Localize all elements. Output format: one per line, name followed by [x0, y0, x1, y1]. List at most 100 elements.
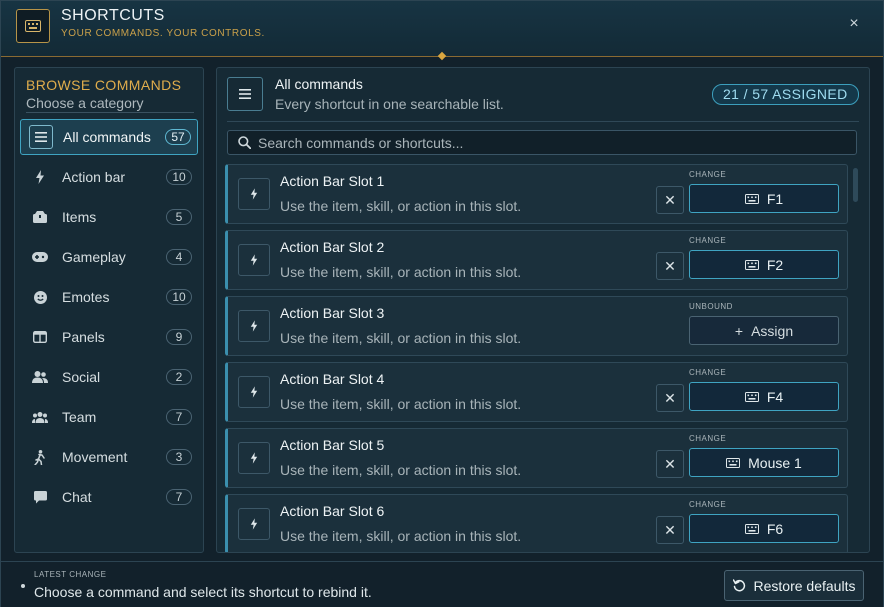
sidebar-item-count: 7	[166, 409, 192, 425]
panel-subtitle: Every shortcut in one searchable list.	[275, 96, 504, 112]
binding-state-label: UNBOUND	[689, 302, 733, 311]
command-row[interactable]: Action Bar Slot 5 Use the item, skill, o…	[225, 428, 848, 488]
close-icon: ×	[849, 15, 859, 32]
sidebar-item-chat[interactable]: Chat 7	[20, 479, 198, 515]
sidebar-item-label: Action bar	[62, 169, 126, 185]
sidebar-item-items[interactable]: Items 5	[20, 199, 198, 235]
list-scrollbar[interactable]	[853, 168, 858, 202]
sidebar-item-label: All commands	[63, 129, 151, 145]
keyboard-icon	[16, 9, 50, 43]
team-icon	[28, 405, 52, 429]
clear-binding-button[interactable]: ✕	[656, 252, 684, 280]
keybind-button[interactable]: Mouse 1	[689, 448, 839, 477]
window-header: SHORTCUTS YOUR COMMANDS. YOUR CONTROLS. …	[1, 1, 883, 61]
panel-icon	[28, 325, 52, 349]
sidebar-divider	[26, 112, 194, 113]
command-name: Action Bar Slot 5	[280, 437, 385, 453]
sidebar-item-label: Team	[62, 409, 97, 425]
lightning-icon	[238, 376, 270, 408]
box-icon	[28, 205, 52, 229]
command-description: Use the item, skill, or action in this s…	[280, 396, 522, 412]
clear-binding-button[interactable]: ✕	[656, 384, 684, 412]
sidebar-heading: BROWSE COMMANDS	[26, 77, 182, 93]
restore-icon	[732, 579, 746, 592]
command-name: Action Bar Slot 3	[280, 305, 385, 321]
keyboard-icon	[744, 193, 759, 204]
command-name: Action Bar Slot 2	[280, 239, 385, 255]
sidebar-item-count: 10	[166, 169, 192, 185]
binding-state-label: CHANGE	[689, 170, 727, 179]
close-button[interactable]: ×	[844, 14, 864, 34]
command-name: Action Bar Slot 6	[280, 503, 385, 519]
chat-bubble-icon	[28, 485, 52, 509]
binding-state-label: CHANGE	[689, 434, 727, 443]
command-row[interactable]: Action Bar Slot 2 Use the item, skill, o…	[225, 230, 848, 290]
command-description: Use the item, skill, or action in this s…	[280, 528, 522, 544]
clear-binding-button[interactable]: ✕	[656, 450, 684, 478]
keybind-button[interactable]: F4	[689, 382, 839, 411]
keyboard-icon	[744, 259, 759, 270]
smile-icon	[28, 285, 52, 309]
sidebar-item-count: 7	[166, 489, 192, 505]
command-row[interactable]: Action Bar Slot 1 Use the item, skill, o…	[225, 164, 848, 224]
commands-panel: All commands Every shortcut in one searc…	[216, 67, 870, 553]
command-description: Use the item, skill, or action in this s…	[280, 264, 522, 280]
lightning-icon	[238, 442, 270, 474]
sidebar-item-social[interactable]: Social 2	[20, 359, 198, 395]
assign-button[interactable]: + Assign	[689, 316, 839, 345]
sidebar-item-movement[interactable]: Movement 3	[20, 439, 198, 475]
search-box[interactable]	[227, 130, 857, 155]
binding-state-label: CHANGE	[689, 500, 727, 509]
sidebar-item-all-commands[interactable]: All commands 57	[20, 119, 198, 155]
keybind-label: F6	[766, 520, 784, 537]
restore-defaults-button[interactable]: Restore defaults	[724, 570, 864, 601]
clear-binding-button[interactable]: ✕	[656, 516, 684, 544]
window-subtitle: YOUR COMMANDS. YOUR CONTROLS.	[61, 28, 265, 39]
panel-divider	[227, 121, 859, 122]
sidebar-item-count: 57	[165, 129, 191, 145]
sidebar-item-label: Items	[62, 209, 97, 225]
command-row[interactable]: Action Bar Slot 3 Use the item, skill, o…	[225, 296, 848, 356]
sidebar-item-emotes[interactable]: Emotes 10	[20, 279, 198, 315]
people-icon	[28, 365, 52, 389]
command-row[interactable]: Action Bar Slot 6 Use the item, skill, o…	[225, 494, 848, 552]
sidebar-subheading: Choose a category	[26, 95, 144, 111]
keybind-label: Assign	[751, 322, 794, 339]
status-footer: LATEST CHANGE Choose a command and selec…	[1, 561, 883, 607]
sidebar-item-panels[interactable]: Panels 9	[20, 319, 198, 355]
close-icon: ✕	[664, 389, 676, 406]
command-description: Use the item, skill, or action in this s…	[280, 198, 522, 214]
search-input[interactable]	[258, 134, 856, 151]
close-icon: ✕	[664, 191, 676, 208]
binding-state-label: CHANGE	[689, 368, 727, 377]
command-name: Action Bar Slot 4	[280, 371, 385, 387]
list-icon	[29, 125, 53, 149]
sidebar-item-count: 3	[166, 449, 192, 465]
sidebar-item-label: Panels	[62, 329, 105, 345]
lightning-icon	[238, 244, 270, 276]
category-sidebar: BROWSE COMMANDS Choose a category All co…	[14, 67, 204, 553]
sidebar-item-team[interactable]: Team 7	[20, 399, 198, 435]
command-name: Action Bar Slot 1	[280, 173, 385, 189]
status-dot-icon	[21, 584, 25, 588]
keybind-button[interactable]: F1	[689, 184, 839, 213]
keybind-button[interactable]: F6	[689, 514, 839, 543]
command-description: Use the item, skill, or action in this s…	[280, 330, 522, 346]
clear-binding-button[interactable]: ✕	[656, 186, 684, 214]
list-icon	[227, 77, 263, 111]
sidebar-item-gameplay[interactable]: Gameplay 4	[20, 239, 198, 275]
shortcuts-window: SHORTCUTS YOUR COMMANDS. YOUR CONTROLS. …	[0, 0, 884, 607]
sidebar-item-count: 4	[166, 249, 192, 265]
command-description: Use the item, skill, or action in this s…	[280, 462, 522, 478]
keyboard-icon	[744, 391, 759, 402]
latest-change-label: LATEST CHANGE	[34, 570, 107, 579]
panel-title: All commands	[275, 76, 363, 92]
keybind-button[interactable]: F2	[689, 250, 839, 279]
keybind-label: F1	[766, 190, 784, 207]
commands-list: Action Bar Slot 1 Use the item, skill, o…	[225, 164, 849, 552]
close-icon: ✕	[664, 521, 676, 538]
close-icon: ✕	[664, 455, 676, 472]
sidebar-item-action-bar[interactable]: Action bar 10	[20, 159, 198, 195]
command-row[interactable]: Action Bar Slot 4 Use the item, skill, o…	[225, 362, 848, 422]
sidebar-item-count: 10	[166, 289, 192, 305]
